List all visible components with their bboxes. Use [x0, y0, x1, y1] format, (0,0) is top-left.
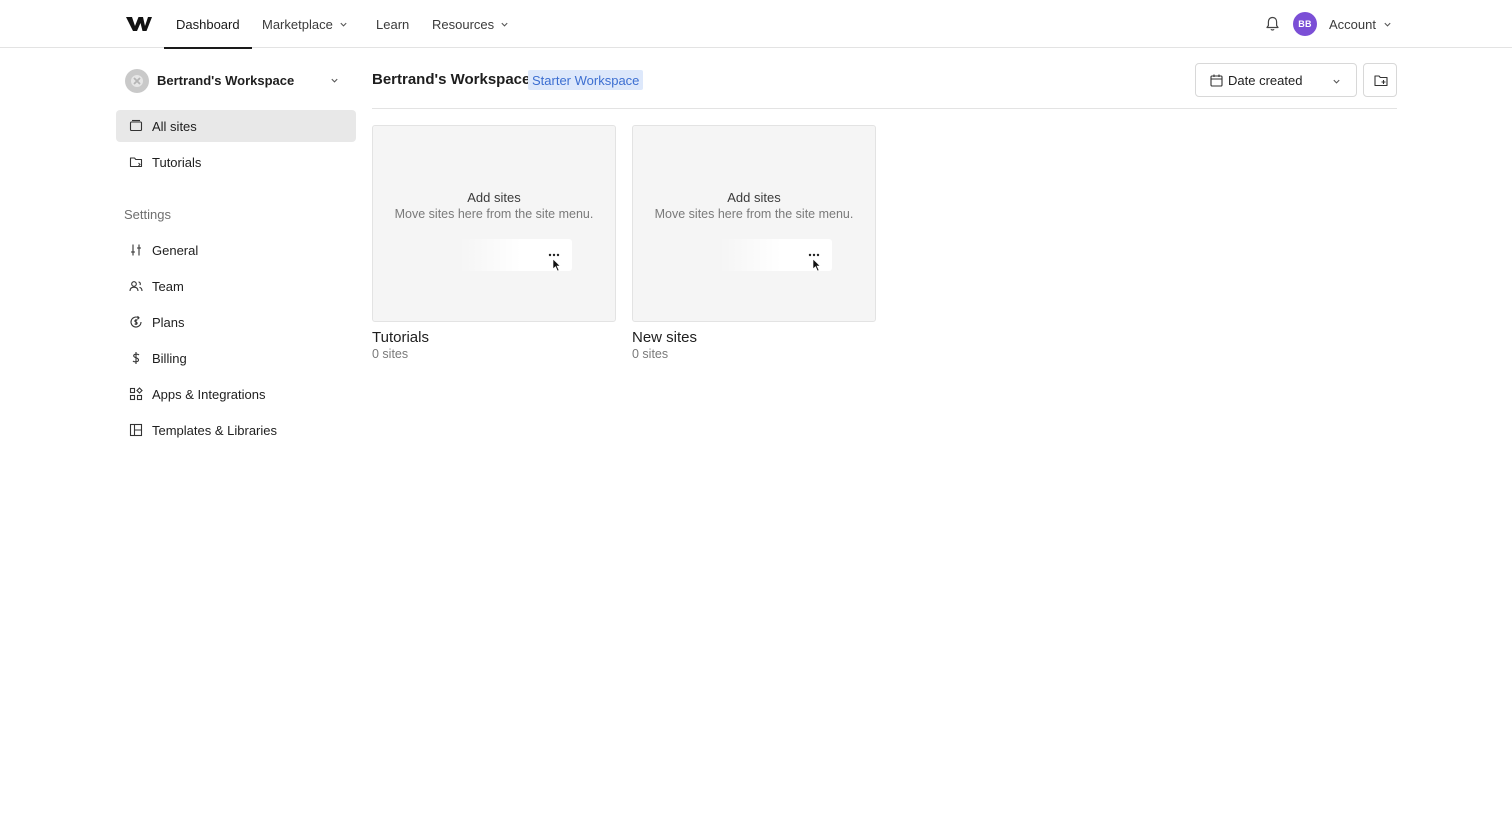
- sidebar-item-label: Templates & Libraries: [152, 423, 277, 438]
- sort-label: Date created: [1228, 73, 1303, 88]
- sidebar-item-label: All sites: [152, 119, 197, 134]
- mouse-cursor-icon: [552, 258, 561, 272]
- nav-resources[interactable]: Resources: [432, 0, 509, 48]
- chevron-down-icon: [1384, 22, 1391, 27]
- chevron-down-icon: [340, 22, 347, 27]
- content-divider: [372, 108, 1397, 109]
- sidebar-item-label: Plans: [152, 315, 185, 330]
- workspace-switcher[interactable]: Bertrand's Workspace: [116, 64, 356, 98]
- apps-grid-icon: [129, 387, 143, 401]
- chevron-down-icon: [1333, 79, 1340, 84]
- sidebar-item-all-sites[interactable]: All sites: [116, 110, 356, 142]
- plan-badge: Starter Workspace: [528, 70, 644, 90]
- calendar-icon: [1210, 74, 1223, 87]
- folder-card-new-sites[interactable]: Add sites Move sites here from the site …: [632, 125, 876, 322]
- settings-section-label: Settings: [124, 207, 171, 222]
- nav-learn[interactable]: Learn: [376, 0, 409, 48]
- users-icon: [129, 281, 143, 292]
- sidebar-item-label: Apps & Integrations: [152, 387, 266, 402]
- mouse-cursor-icon: [812, 258, 821, 272]
- refresh-dollar-icon: [130, 315, 142, 328]
- empty-state-description: Move sites here from the site menu.: [394, 207, 594, 221]
- chevron-down-icon: [501, 22, 508, 27]
- folder-site-count: 0 sites: [372, 347, 409, 361]
- sidebar-item-general[interactable]: General: [116, 234, 356, 266]
- sidebar-item-label: Team: [152, 279, 184, 294]
- empty-state-title: Add sites: [727, 190, 781, 205]
- nav-marketplace-label: Marketplace: [262, 16, 333, 32]
- folder-name[interactable]: New sites: [632, 329, 697, 346]
- nav-learn-label: Learn: [376, 16, 410, 32]
- nav-marketplace[interactable]: Marketplace: [262, 0, 348, 48]
- folder-card-tutorials[interactable]: Add sites Move sites here from the site …: [372, 125, 616, 322]
- sidebar-item-label: Billing: [152, 351, 187, 366]
- folder-site-count: 0 sites: [632, 347, 669, 361]
- layout-icon: [129, 423, 143, 437]
- nav-dashboard[interactable]: Dashboard: [164, 0, 252, 49]
- sidebar-item-apps-integrations[interactable]: Apps & Integrations: [116, 378, 356, 410]
- nav-resources-label: Resources: [432, 16, 495, 32]
- more-dots-icon: [548, 253, 560, 257]
- site-row-illustration: [459, 239, 572, 272]
- folder-icon: [129, 157, 143, 168]
- browser-window-icon: [129, 119, 143, 132]
- account-label: Account: [1329, 16, 1376, 32]
- sliders-icon: [131, 244, 141, 256]
- sidebar-item-label: Tutorials: [152, 155, 202, 170]
- sidebar-item-team[interactable]: Team: [116, 270, 356, 302]
- sidebar-item-label: General: [152, 243, 199, 258]
- nav-dashboard-label: Dashboard: [176, 16, 240, 32]
- folder-plus-icon: [1374, 75, 1388, 87]
- dollar-icon: [132, 352, 140, 364]
- chevron-down-icon: [331, 78, 338, 83]
- site-row-illustration: [719, 239, 832, 272]
- workspace-name: Bertrand's Workspace: [157, 73, 295, 88]
- account-menu[interactable]: Account: [1329, 0, 1392, 48]
- bell-icon[interactable]: [1265, 16, 1280, 32]
- new-folder-button[interactable]: [1363, 63, 1397, 97]
- user-avatar[interactable]: BB: [1293, 12, 1317, 36]
- sidebar-item-tutorials[interactable]: Tutorials: [116, 146, 356, 178]
- sort-dropdown[interactable]: Date created: [1195, 63, 1357, 97]
- empty-state-title: Add sites: [467, 190, 521, 205]
- folder-name[interactable]: Tutorials: [372, 329, 429, 346]
- more-dots-icon: [808, 253, 820, 257]
- top-navigation: Dashboard Marketplace Learn Resources BB…: [0, 0, 1512, 49]
- page-title: Bertrand's Workspace: [372, 71, 531, 88]
- sidebar-item-plans[interactable]: Plans: [116, 306, 356, 338]
- sidebar-item-templates-libraries[interactable]: Templates & Libraries: [116, 414, 356, 446]
- empty-state-description: Move sites here from the site menu.: [654, 207, 854, 221]
- webflow-logo-icon[interactable]: [126, 15, 152, 33]
- sidebar-item-billing[interactable]: Billing: [116, 342, 356, 374]
- workspace-logo-icon: [125, 69, 149, 93]
